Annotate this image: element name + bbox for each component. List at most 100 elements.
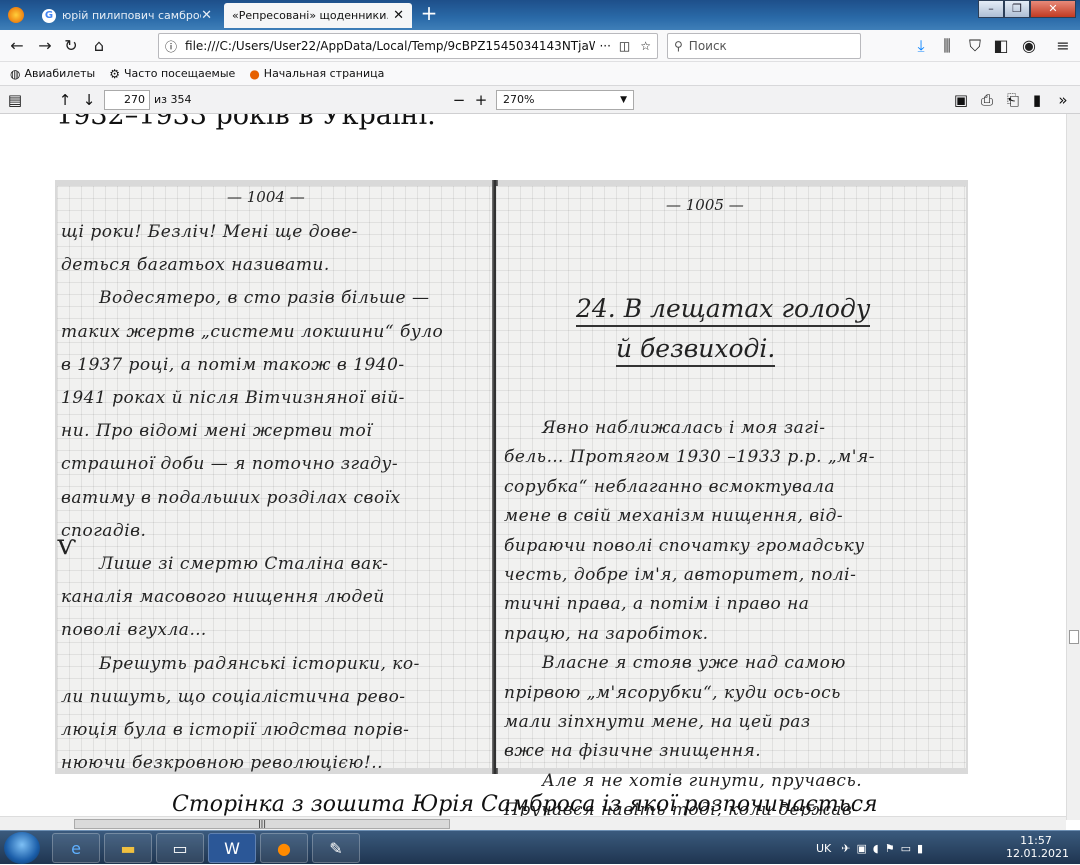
firefox-icon[interactable]: ● bbox=[260, 833, 308, 863]
left-notebook-page: — 1004 — щі роки! Безліч! Мені ще дове-д… bbox=[57, 186, 494, 773]
language-indicator[interactable]: UK bbox=[816, 842, 831, 855]
handwritten-line: ни. Про відомі мені жертви тої bbox=[61, 421, 373, 442]
handwritten-line: бираючи поволі спочатку громадську bbox=[504, 535, 865, 556]
handwritten-line: страшної доби — я поточно згаду- bbox=[61, 454, 399, 475]
presentation-icon[interactable]: ▣ bbox=[950, 89, 972, 111]
back-button[interactable]: ← bbox=[4, 34, 30, 58]
library-icon[interactable]: ⫼ bbox=[934, 34, 960, 58]
network-icon[interactable]: ✈ bbox=[841, 842, 850, 855]
handwritten-line: бель… Протягом 1930 –1933 р.р. „м'я- bbox=[504, 447, 875, 468]
tool-icon[interactable]: ✎ bbox=[312, 833, 360, 863]
reload-button[interactable]: ↻ bbox=[58, 34, 84, 58]
menu-icon[interactable]: ≡ bbox=[1050, 34, 1076, 58]
zoom-out-button[interactable]: − bbox=[448, 89, 470, 111]
handwritten-line: ли пишуть, що соціалістична рево- bbox=[61, 686, 406, 707]
sidebar-toggle-icon[interactable]: ▤ bbox=[4, 89, 26, 111]
handwritten-line: Брешуть радянські історики, ко- bbox=[99, 653, 420, 674]
handwritten-line: поволі вгухла… bbox=[61, 620, 207, 641]
bookmark-icon[interactable]: ▮ bbox=[1026, 89, 1048, 111]
word-icon[interactable]: W bbox=[208, 833, 256, 863]
handwritten-line: працю, на заробіток. bbox=[504, 623, 709, 644]
previous-page-button[interactable]: ↑ bbox=[54, 89, 76, 111]
handwritten-line: Власне я стояв уже над самою bbox=[542, 653, 846, 674]
handwritten-line: тичні права, а потім і право на bbox=[504, 594, 810, 615]
gear-icon: ⚙ bbox=[109, 66, 120, 81]
save-icon[interactable]: ⎗ bbox=[1002, 89, 1024, 111]
tab-google[interactable]: G юрій пилипович самброс - П ✕ bbox=[34, 3, 220, 28]
handwritten-line: мали зіпхнути мене, на цей раз bbox=[504, 712, 811, 732]
speaker-icon[interactable]: ◖ bbox=[873, 842, 879, 855]
downloads-icon[interactable]: ⤓ bbox=[908, 34, 934, 58]
flag-icon[interactable]: ⚑ bbox=[885, 842, 895, 855]
clock[interactable]: 11:57 12.01.2021 bbox=[1006, 834, 1069, 860]
handwritten-line: деться багатьох називати. bbox=[61, 255, 330, 276]
info-icon[interactable]: ⓘ bbox=[165, 38, 177, 55]
tools-menu-icon[interactable]: » bbox=[1052, 89, 1074, 111]
shield-icon[interactable]: ⛉ bbox=[962, 34, 988, 58]
notebook-scan: — 1004 — щі роки! Безліч! Мені ще дове-д… bbox=[55, 180, 968, 820]
chapter-title-line2: й безвиході. bbox=[616, 334, 776, 367]
ie-icon[interactable]: e bbox=[52, 833, 100, 863]
battery-icon[interactable]: ▭ bbox=[901, 842, 911, 855]
bookmark-aviabilety[interactable]: ◍ Авиабилеты bbox=[10, 67, 95, 81]
sync-icon[interactable]: ◧ bbox=[988, 34, 1014, 58]
explorer-icon[interactable]: ▬ bbox=[104, 833, 152, 863]
page-number: — 1004 — bbox=[227, 188, 305, 206]
scrollbar-thumb[interactable] bbox=[1069, 630, 1079, 644]
more-icon[interactable]: ··· bbox=[599, 39, 610, 53]
address-bar[interactable]: ⓘ file:///C:/Users/User22/AppData/Local/… bbox=[158, 33, 658, 59]
close-icon[interactable]: ✕ bbox=[393, 8, 404, 23]
close-icon[interactable]: ✕ bbox=[201, 8, 212, 23]
horizontal-scrollbar[interactable]: ||| bbox=[0, 816, 1066, 830]
handwritten-line: нюючи безкровною революцією!.. bbox=[61, 753, 384, 774]
minimize-button[interactable]: – bbox=[978, 0, 1004, 18]
search-box[interactable]: ⚲ Поиск bbox=[667, 33, 861, 59]
handwritten-line: люція була в історії людства порів- bbox=[61, 720, 410, 740]
account-icon[interactable]: ◉ bbox=[1016, 34, 1042, 58]
tab-label: юрій пилипович самброс - П bbox=[62, 9, 202, 22]
next-page-button[interactable]: ↓ bbox=[78, 89, 100, 111]
search-placeholder: Поиск bbox=[688, 39, 727, 53]
handwritten-line: прірвою „м'ясорубки“, куди ось-ось bbox=[504, 682, 841, 703]
handwritten-line: вже на фізичне знищення. bbox=[504, 741, 762, 762]
bookmark-label: Авиабилеты bbox=[24, 67, 96, 80]
start-button[interactable] bbox=[4, 832, 40, 864]
bookmark-start-page[interactable]: ● Начальная страница bbox=[249, 67, 384, 81]
right-notebook-page: — 1005 — 24. В лещатах голоду й безвиход… bbox=[496, 186, 966, 820]
bookmark-label: Часто посещаемые bbox=[123, 67, 236, 80]
pdf-toolbar: ▤ ↑ ↓ 270 из 354 − + 270% ▼ ▣ ⎙ ⎗ ▮ » bbox=[0, 86, 1080, 114]
handwritten-line: щі роки! Безліч! Мені ще дове- bbox=[61, 222, 358, 242]
chapter-title-line1: 24. В лещатах голоду bbox=[576, 294, 871, 327]
print-icon[interactable]: ⎙ bbox=[976, 89, 998, 111]
bookmark-most-visited[interactable]: ⚙ Часто посещаемые bbox=[109, 67, 235, 81]
zoom-value: 270% bbox=[503, 93, 535, 106]
search-icon: ⚲ bbox=[674, 39, 683, 53]
url-text: file:///C:/Users/User22/AppData/Local/Te… bbox=[185, 39, 596, 53]
zoom-in-button[interactable]: + bbox=[470, 89, 492, 111]
handwritten-line: каналія масового нищення людей bbox=[61, 587, 385, 608]
handwritten-line: мене в свій механізм нищення, від- bbox=[504, 506, 844, 527]
vertical-scrollbar[interactable] bbox=[1066, 114, 1080, 820]
firefox-icon bbox=[8, 7, 24, 23]
home-button[interactable]: ⌂ bbox=[86, 34, 112, 58]
tray-icon[interactable]: ▣ bbox=[856, 842, 866, 855]
scrollbar-thumb[interactable]: ||| bbox=[74, 819, 450, 829]
page-number-input[interactable]: 270 bbox=[104, 90, 150, 110]
forward-button[interactable]: → bbox=[32, 34, 58, 58]
handwritten-line: Водесятеро, в сто разів більше — bbox=[99, 288, 430, 309]
bookmark-label: Начальная страница bbox=[263, 67, 385, 80]
tab-pdf[interactable]: «Репресовані» щоденники. Голод ✕ bbox=[224, 3, 412, 28]
window-titlebar: G юрій пилипович самброс - П ✕ «Репресов… bbox=[0, 0, 1080, 30]
navigation-bar: ← → ↻ ⌂ ⓘ file:///C:/Users/User22/AppDat… bbox=[0, 30, 1080, 62]
signal-icon[interactable]: ▮ bbox=[917, 842, 923, 855]
folder-icon[interactable]: ▭ bbox=[156, 833, 204, 863]
close-window-button[interactable]: ✕ bbox=[1030, 0, 1076, 18]
maximize-button[interactable]: ❐ bbox=[1004, 0, 1030, 18]
pocket-icon[interactable]: ◫ bbox=[619, 39, 630, 53]
handwritten-line: сорубка“ неблаганно всмоктувала bbox=[504, 476, 835, 497]
pdf-viewer[interactable]: 1932–1933 років в Україні. — 1004 — щі р… bbox=[0, 114, 1066, 820]
tab-label: «Репресовані» щоденники. Голод bbox=[232, 9, 388, 22]
new-tab-button[interactable]: + bbox=[418, 3, 440, 25]
bookmark-star-icon[interactable]: ☆ bbox=[640, 39, 651, 53]
zoom-select[interactable]: 270% ▼ bbox=[496, 90, 634, 110]
